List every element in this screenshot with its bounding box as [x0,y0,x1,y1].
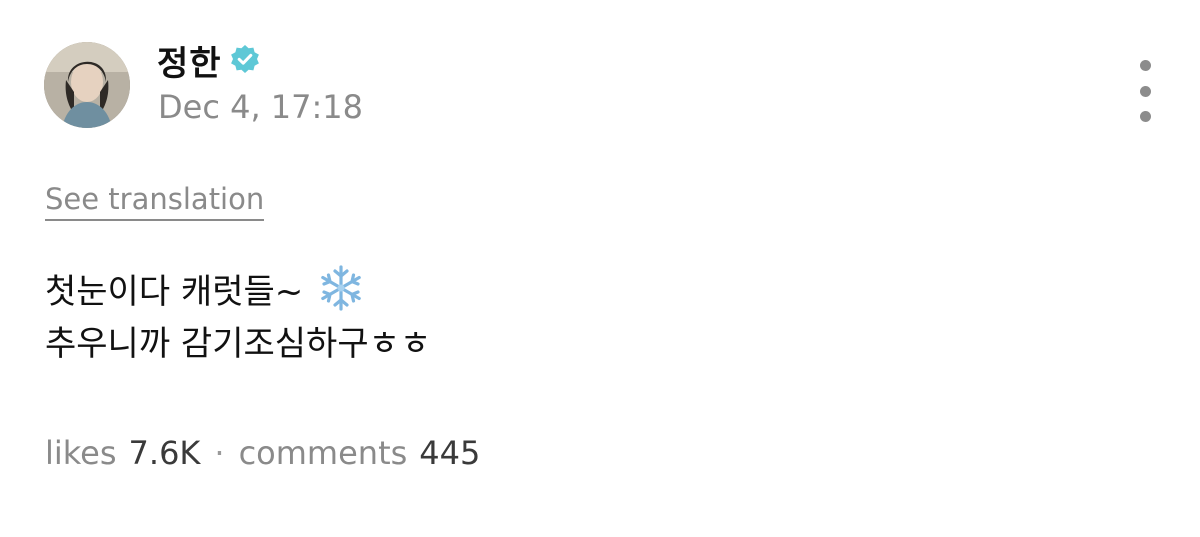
likes-count[interactable]: 7.6K [129,434,201,472]
profile-photo [44,42,130,128]
post-stats: likes 7.6K · comments 445 [45,434,480,472]
likes-label[interactable]: likes [45,434,117,472]
verified-icon [231,45,259,73]
more-options-button[interactable] [1128,60,1162,122]
more-dot [1139,60,1151,71]
post-timestamp: Dec 4, 17:18 [158,88,364,126]
post-body: 첫눈이다 캐럿들~ 추우니까 감기조심하구ㅎㅎ [45,264,431,370]
see-translation-link[interactable]: See translation [45,182,265,221]
snowflake-icon [321,264,361,311]
comments-count[interactable]: 445 [419,434,480,472]
post-line: 첫눈이다 캐럿들~ [45,264,431,318]
comments-label[interactable]: comments [239,434,408,472]
more-dot [1139,85,1151,97]
post-text-line-2: 추우니까 감기조심하구ㅎㅎ [45,324,432,364]
post-line: 추우니까 감기조심하구ㅎㅎ [45,318,431,370]
author-name[interactable]: 정한 [157,36,222,85]
more-dot [1139,111,1151,122]
avatar[interactable] [44,42,130,128]
post-text-line-1: 첫눈이다 캐럿들~ [45,272,304,312]
stats-separator: · [214,434,225,472]
